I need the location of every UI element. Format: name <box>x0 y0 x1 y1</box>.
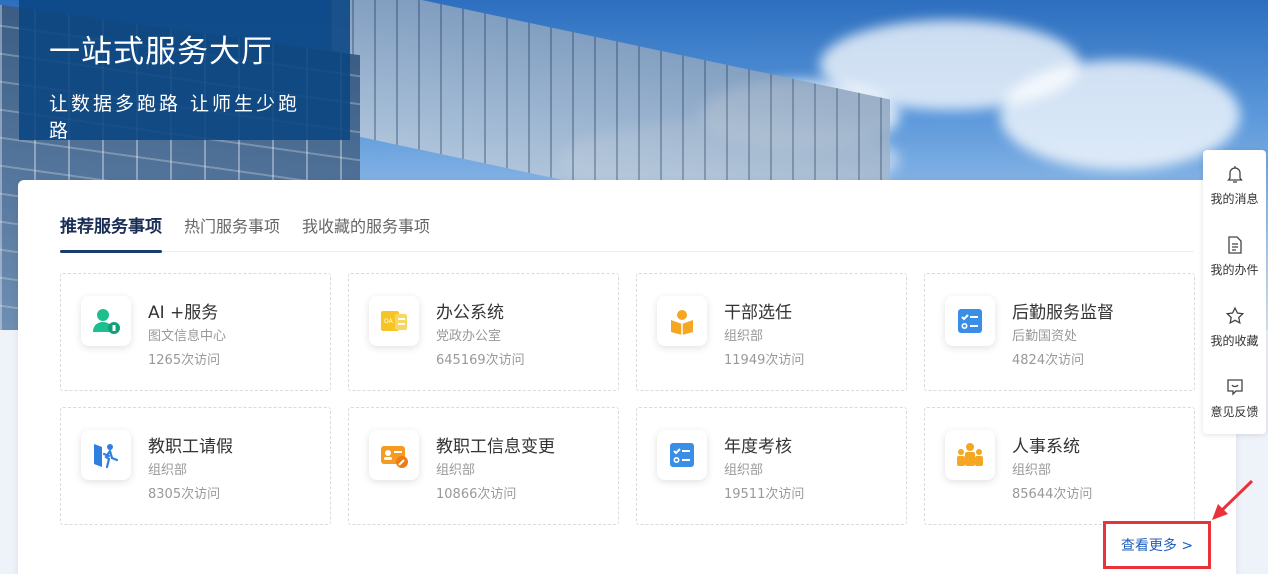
service-card-ai[interactable]: AI +服务 图文信息中心 1265次访问 <box>60 273 331 391</box>
service-name: 人事系统 <box>1012 437 1080 457</box>
service-card-cadre[interactable]: 干部选任 组织部 11949次访问 <box>636 273 907 391</box>
tab-recommended[interactable]: 推荐服务事项 <box>60 216 162 253</box>
cadre-icon <box>657 296 707 346</box>
annotation-arrow-icon <box>1212 479 1254 520</box>
service-visits: 4824次访问 <box>1012 353 1085 368</box>
side-item-label: 意见反馈 <box>1210 405 1259 419</box>
document-icon <box>1227 236 1242 254</box>
service-name: 办公系统 <box>436 303 504 323</box>
side-item-label: 我的消息 <box>1210 192 1259 206</box>
feedback-icon <box>1226 379 1243 396</box>
service-visits: 1265次访问 <box>148 353 221 368</box>
leave-icon <box>81 430 131 480</box>
star-icon <box>1225 306 1244 325</box>
service-visits: 8305次访问 <box>148 487 221 502</box>
assessment-icon <box>657 430 707 480</box>
view-more-button[interactable]: 查看更多 > <box>1103 521 1211 569</box>
service-dept: 组织部 <box>436 463 476 478</box>
page-title: 一站式服务大厅 <box>49 34 273 70</box>
service-name: 教职工信息变更 <box>436 437 555 457</box>
service-name: 年度考核 <box>724 437 792 457</box>
checklist-icon <box>945 296 995 346</box>
service-name: 后勤服务监督 <box>1012 303 1114 323</box>
side-item-label: 我的办件 <box>1210 263 1259 277</box>
service-visits: 85644次访问 <box>1012 487 1093 502</box>
page-subtitle: 让数据多跑路 让师生少跑路 <box>49 93 301 142</box>
service-name: 教职工请假 <box>148 437 233 457</box>
service-visits: 10866次访问 <box>436 487 517 502</box>
id-card-edit-icon <box>369 430 419 480</box>
side-item-label: 我的收藏 <box>1210 334 1259 348</box>
service-card-hr[interactable]: 人事系统 组织部 85644次访问 <box>924 407 1195 525</box>
svg-text:OA: OA <box>384 318 394 325</box>
service-dept: 组织部 <box>724 329 764 344</box>
service-name: 干部选任 <box>724 303 792 323</box>
tab-favorites[interactable]: 我收藏的服务事项 <box>302 216 430 252</box>
service-visits: 19511次访问 <box>724 487 805 502</box>
service-dept: 组织部 <box>724 463 764 478</box>
tab-bar: 推荐服务事项 热门服务事项 我收藏的服务事项 <box>60 216 1194 253</box>
service-card-logistics[interactable]: 后勤服务监督 后勤国资处 4824次访问 <box>924 273 1195 391</box>
service-card-assessment[interactable]: 年度考核 组织部 19511次访问 <box>636 407 907 525</box>
service-card-oa[interactable]: OA 办公系统 党政办公室 645169次访问 <box>348 273 619 391</box>
service-dept: 图文信息中心 <box>148 329 227 344</box>
side-item-favorites[interactable]: 我的收藏 <box>1203 292 1266 363</box>
service-dept: 后勤国资处 <box>1012 329 1078 344</box>
side-item-feedback[interactable]: 意见反馈 <box>1203 363 1266 434</box>
side-item-my-cases[interactable]: 我的办件 <box>1203 221 1266 292</box>
people-group-icon <box>945 430 995 480</box>
service-dept: 组织部 <box>1012 463 1052 478</box>
tab-popular[interactable]: 热门服务事项 <box>184 216 280 252</box>
service-card-info-change[interactable]: 教职工信息变更 组织部 10866次访问 <box>348 407 619 525</box>
service-dept: 党政办公室 <box>436 329 502 344</box>
service-card-leave[interactable]: 教职工请假 组织部 8305次访问 <box>60 407 331 525</box>
service-dept: 组织部 <box>148 463 188 478</box>
service-visits: 645169次访问 <box>436 353 525 368</box>
banner-title-box: 一站式服务大厅 让数据多跑路 让师生少跑路 <box>19 0 350 142</box>
ai-user-icon <box>81 296 131 346</box>
service-name: AI +服务 <box>148 303 219 323</box>
oa-doc-icon: OA <box>369 296 419 346</box>
side-item-messages[interactable]: 我的消息 <box>1203 150 1266 221</box>
bell-icon <box>1226 166 1243 183</box>
side-toolbar: 我的消息 我的办件 我的收藏 意见反馈 <box>1203 150 1266 434</box>
service-visits: 11949次访问 <box>724 353 805 368</box>
